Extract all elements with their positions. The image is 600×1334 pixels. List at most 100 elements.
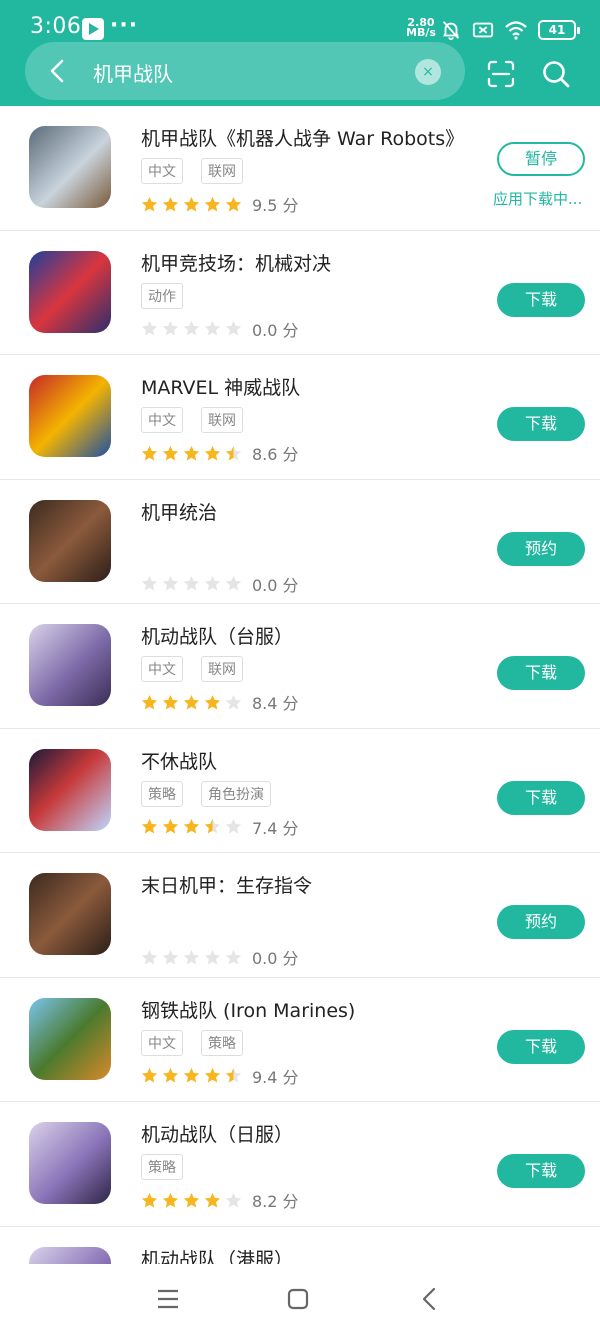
- clear-search-icon[interactable]: ×: [415, 59, 441, 85]
- header: 3:06 ··· 2.80 MB/s 41 机甲战队 ×: [0, 0, 600, 106]
- app-list-item[interactable]: MARVEL 神威战队 中文 联网 8.6 分 下载: [0, 355, 600, 480]
- app-list-item[interactable]: 机甲战队《机器人战争 War Robots》 中文 联网 9.5 分 暂停 应用下载…: [0, 106, 600, 231]
- search-input[interactable]: 机甲战队: [93, 58, 173, 87]
- star-icon: [204, 694, 221, 710]
- star-icon: [162, 1067, 179, 1083]
- download-button[interactable]: 下载: [497, 780, 585, 815]
- app-title[interactable]: 机动战队（日服）: [141, 1120, 293, 1147]
- star-icon: [183, 818, 200, 834]
- app-icon[interactable]: [29, 1246, 111, 1264]
- star-rating: [141, 196, 242, 213]
- pause-button[interactable]: 暂停: [497, 142, 585, 176]
- app-list-item[interactable]: 机动战队（台服） 中文 联网 8.4 分 下载: [0, 604, 600, 729]
- app-tag: 联网: [201, 656, 243, 682]
- download-button[interactable]: 下载: [497, 282, 585, 317]
- star-icon: [204, 1067, 221, 1083]
- system-nav-bar: [0, 1264, 600, 1334]
- app-tag: 策略: [141, 1154, 183, 1180]
- app-score: 9.4 分: [252, 1067, 299, 1087]
- app-title[interactable]: 机甲竞技场：机械对决: [141, 249, 331, 276]
- app-rating: 9.5 分: [141, 192, 299, 216]
- star-icon: [183, 949, 200, 965]
- star-icon: [141, 1192, 158, 1208]
- app-list-item[interactable]: 末日机甲：生存指令 0.0 分 预约: [0, 853, 600, 978]
- reserve-button[interactable]: 预约: [497, 531, 585, 566]
- app-list-item[interactable]: 机甲竞技场：机械对决 动作 0.0 分 下载: [0, 231, 600, 355]
- star-icon: [225, 1192, 242, 1208]
- app-title[interactable]: 机甲战队《机器人战争 War Robots》: [141, 124, 464, 151]
- app-rating: 7.4 分: [141, 815, 299, 839]
- app-tags: 中文 联网: [141, 407, 243, 433]
- star-rating: [141, 694, 242, 711]
- app-title[interactable]: 不休战队: [141, 747, 217, 774]
- star-rating: [141, 1192, 242, 1209]
- app-icon[interactable]: [29, 250, 111, 333]
- app-icon[interactable]: [29, 748, 111, 831]
- download-button[interactable]: 下载: [497, 407, 585, 441]
- star-icon: [141, 1067, 158, 1083]
- app-title[interactable]: 末日机甲：生存指令: [141, 871, 312, 898]
- app-tag: 中文: [141, 158, 183, 184]
- app-icon[interactable]: [29, 1122, 111, 1204]
- mute-bell-icon: [442, 21, 460, 41]
- star-icon: [141, 575, 158, 591]
- star-icon: [183, 1067, 200, 1083]
- app-score: 8.2 分: [252, 1192, 299, 1211]
- app-tags: 中文 策略: [141, 1029, 243, 1056]
- app-list-item[interactable]: 机动战队（港服）: [0, 1227, 600, 1265]
- app-score: 7.4 分: [252, 818, 299, 838]
- star-rating: [141, 320, 242, 337]
- star-icon: [141, 818, 158, 834]
- star-rating: [141, 949, 242, 966]
- star-icon: [183, 445, 200, 461]
- download-button[interactable]: 下载: [497, 1029, 585, 1064]
- app-title[interactable]: MARVEL 神威战队: [141, 373, 300, 400]
- app-list-item[interactable]: 机动战队（日服） 策略 8.2 分 下载: [0, 1102, 600, 1227]
- app-icon[interactable]: [29, 873, 111, 955]
- app-icon[interactable]: [29, 375, 111, 457]
- star-icon: [162, 196, 179, 212]
- app-icon[interactable]: [29, 126, 111, 208]
- app-rating: 8.2 分: [141, 1188, 299, 1212]
- app-icon[interactable]: [29, 624, 111, 706]
- app-list-item[interactable]: 钢铁战队 (Iron Marines) 中文 策略 9.4 分 下载: [0, 978, 600, 1102]
- app-icon[interactable]: [29, 997, 111, 1080]
- back-icon[interactable]: [417, 1286, 443, 1312]
- scan-icon[interactable]: [486, 59, 516, 89]
- app-title[interactable]: 机动战队（台服）: [141, 622, 293, 649]
- status-icons: 41: [440, 18, 580, 42]
- app-score: 0.0 分: [252, 575, 299, 595]
- star-icon: [141, 445, 158, 461]
- app-title[interactable]: 钢铁战队 (Iron Marines): [141, 996, 355, 1023]
- app-icon[interactable]: [29, 499, 111, 582]
- home-icon[interactable]: [285, 1286, 311, 1312]
- star-icon: [183, 575, 200, 591]
- download-button[interactable]: 下载: [497, 1154, 585, 1188]
- star-icon: [225, 694, 242, 710]
- app-title[interactable]: 机动战队（港服）: [141, 1245, 293, 1265]
- star-icon: [225, 575, 242, 591]
- app-rating: 8.6 分: [141, 441, 299, 465]
- download-button[interactable]: 下载: [497, 656, 585, 690]
- search-icon[interactable]: [541, 59, 571, 89]
- star-icon: [162, 949, 179, 965]
- app-list-item[interactable]: 机甲统治 0.0 分 预约: [0, 480, 600, 604]
- app-title[interactable]: 机甲统治: [141, 498, 217, 525]
- app-list-item[interactable]: 不休战队 策略 角色扮演 7.4 分 下载: [0, 729, 600, 853]
- search-results-list[interactable]: 机甲战队《机器人战争 War Robots》 中文 联网 9.5 分 暂停 应用下载…: [0, 106, 600, 1264]
- star-icon: [225, 445, 242, 461]
- app-tags: 中文 联网: [141, 158, 243, 184]
- star-rating: [141, 1067, 242, 1084]
- app-tags: 中文 联网: [141, 656, 243, 682]
- back-arrow-icon[interactable]: [43, 56, 73, 86]
- star-rating: [141, 445, 242, 462]
- reserve-button[interactable]: 预约: [497, 905, 585, 939]
- network-speed: 2.80 MB/s: [406, 17, 436, 39]
- menu-icon[interactable]: [155, 1286, 181, 1312]
- search-bar[interactable]: 机甲战队 ×: [25, 42, 465, 100]
- app-rating: 0.0 分: [141, 945, 299, 969]
- network-speed-unit: MB/s: [406, 26, 436, 39]
- app-rating: 9.4 分: [141, 1064, 299, 1088]
- app-tags: 动作: [141, 282, 183, 309]
- app-score: 0.0 分: [252, 949, 299, 968]
